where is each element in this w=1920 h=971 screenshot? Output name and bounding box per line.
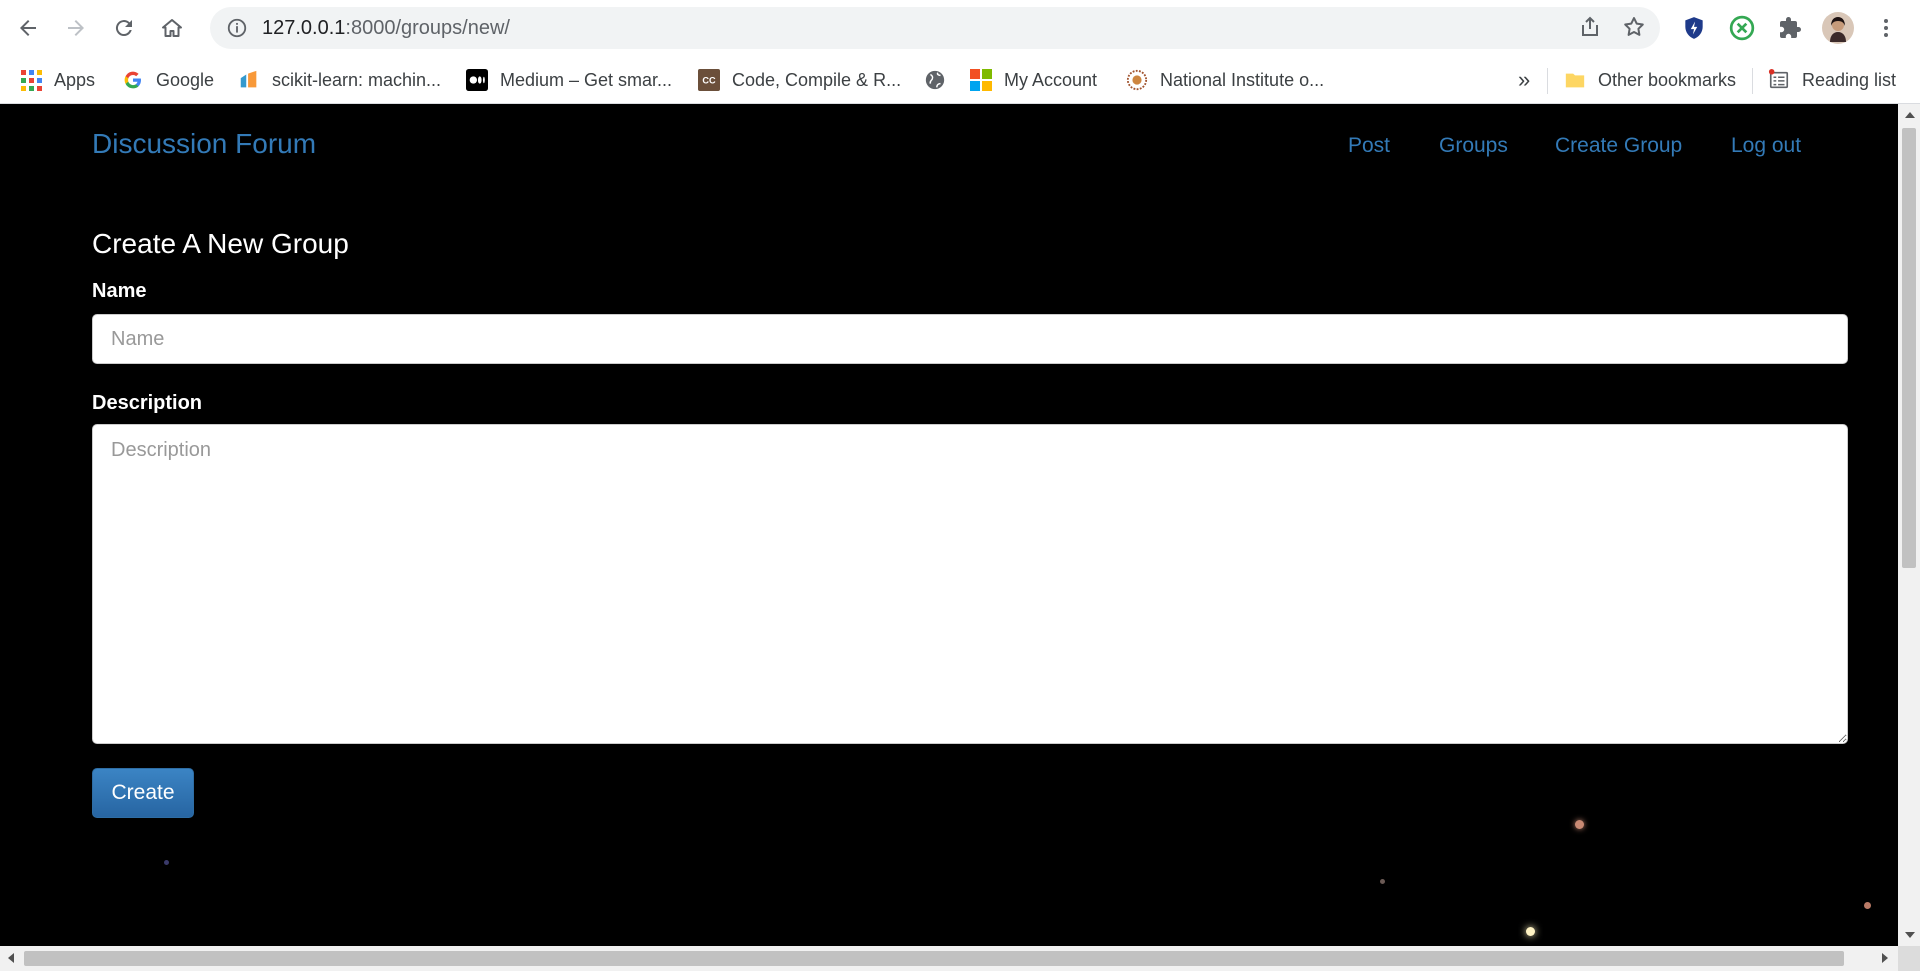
extension-shield-icon[interactable] [1678,12,1710,44]
page-title: Create A New Group [92,228,349,259]
medium-icon [466,69,488,91]
bookmarks-bar: Apps Google scikit-learn: machin... Medi… [0,56,1920,104]
horizontal-scrollbar[interactable] [0,946,1898,971]
bookmark-label: Code, Compile & R... [732,69,902,90]
star-icon[interactable] [1622,15,1646,39]
bookmarks-separator [1547,68,1548,94]
forward-button[interactable] [56,8,96,48]
background-particle [164,860,169,865]
bookmark-other-bookmarks[interactable]: Other bookmarks [1564,68,1736,92]
bookmark-label: Apps [54,69,96,90]
extension-x-icon[interactable] [1726,12,1758,44]
extensions-puzzle-icon[interactable] [1774,12,1806,44]
url-path: :8000/groups/new/ [345,16,510,39]
institute-emblem-icon [1126,69,1148,91]
description-label: Description [92,392,203,414]
scroll-up-arrow-icon[interactable] [1905,112,1915,118]
home-button[interactable] [152,8,192,48]
apps-grid-icon [20,69,42,91]
bookmark-label: Medium – Get smar... [500,69,673,90]
bookmark-google[interactable]: Google [122,68,214,92]
bookmark-label: Reading list [1802,69,1897,90]
vertical-scrollbar[interactable] [1898,104,1920,946]
url-host: 127.0.0.1 [262,16,346,39]
bookmark-medium[interactable]: Medium – Get smar... [466,68,672,92]
description-textarea[interactable] [92,424,1848,744]
scroll-left-arrow-icon[interactable] [8,953,14,963]
nav-groups-link[interactable]: Groups [1439,134,1508,158]
reading-list-icon [1768,69,1790,91]
bookmark-label: National Institute o... [1160,69,1325,90]
scrollbar-corner [1898,946,1920,971]
nav-create-group-link[interactable]: Create Group [1555,134,1682,158]
browser-menu-icon[interactable] [1870,12,1902,44]
background-particle [1575,820,1584,829]
bookmark-apps[interactable]: Apps [20,68,95,92]
url-text: 127.0.0.1:8000/groups/new/ [262,17,510,40]
profile-avatar[interactable] [1822,12,1854,44]
globe-icon [924,69,946,91]
bookmark-label: Other bookmarks [1598,69,1737,90]
microsoft-icon [970,69,992,91]
scikit-learn-icon [238,69,260,91]
scroll-right-arrow-icon[interactable] [1882,953,1888,963]
background-particle [1526,927,1535,936]
home-icon [162,19,182,37]
scroll-down-arrow-icon[interactable] [1905,932,1915,938]
create-button[interactable]: Create [92,768,194,818]
reading-list-button[interactable]: Reading list [1768,68,1896,92]
nav-log-out-link[interactable]: Log out [1731,134,1801,158]
background-particle [1380,879,1385,884]
horizontal-scroll-thumb[interactable] [24,951,1844,966]
browser-toolbar: 127.0.0.1:8000/groups/new/ [0,0,1920,56]
reload-button[interactable] [104,8,144,48]
name-input[interactable] [92,314,1848,364]
name-label: Name [92,280,147,302]
bookmarks-separator [1752,68,1753,94]
back-button[interactable] [8,8,48,48]
share-icon[interactable] [1578,15,1602,39]
bookmark-globe[interactable] [924,68,958,92]
bookmark-label: Google [156,69,215,90]
vertical-scroll-thumb[interactable] [1902,128,1916,568]
site-brand-link[interactable]: Discussion Forum [92,128,316,160]
bookmark-national-institute[interactable]: National Institute o... [1126,68,1324,92]
bookmark-my-account[interactable]: My Account [970,68,1097,92]
bookmarks-overflow-button[interactable]: » [1518,67,1530,92]
bookmark-label: My Account [1004,69,1098,90]
address-bar[interactable]: 127.0.0.1:8000/groups/new/ [210,7,1660,49]
svg-text:CC: CC [702,76,716,86]
code-compile-icon: CC [698,69,720,91]
reload-icon [115,20,132,37]
folder-icon [1564,69,1586,91]
bookmark-label: scikit-learn: machin... [272,69,442,90]
background-particle [1864,902,1871,909]
forward-arrow-icon [68,20,84,36]
back-arrow-icon [20,20,36,36]
bookmark-code-compile[interactable]: CC Code, Compile & R... [698,68,901,92]
bookmark-scikit-learn[interactable]: scikit-learn: machin... [238,68,441,92]
info-icon[interactable] [226,17,248,39]
page-viewport: Discussion Forum Post Groups Create Grou… [0,104,1898,946]
nav-post-link[interactable]: Post [1348,134,1390,158]
google-icon [122,69,144,91]
